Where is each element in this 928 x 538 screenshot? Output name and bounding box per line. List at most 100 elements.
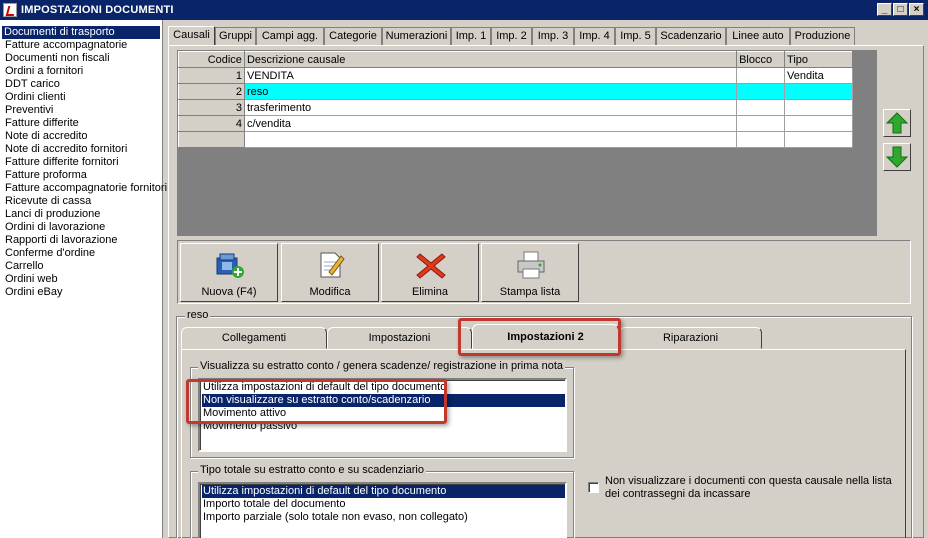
cell-type[interactable]: Vendita — [784, 67, 853, 84]
table-row[interactable]: 1 VENDITA Vendita — [178, 67, 853, 84]
document-type-item[interactable]: DDT carico — [3, 78, 62, 91]
col-header-code[interactable]: Codice — [178, 51, 245, 68]
table-row[interactable] — [178, 131, 853, 148]
tab-imp-4[interactable]: Imp. 4 — [574, 27, 615, 46]
table-row[interactable]: 3 trasferimento — [178, 99, 853, 116]
col-header-type[interactable]: Tipo — [784, 51, 853, 68]
delete-button-label: Elimina — [411, 286, 449, 298]
list-item[interactable]: Importo parziale (solo totale non evaso,… — [202, 511, 565, 524]
cell-code[interactable]: 2 — [178, 83, 245, 100]
col-header-block[interactable]: Blocco — [736, 51, 786, 68]
list-item[interactable]: Non visualizzare su estratto conto/scade… — [202, 394, 565, 407]
tab-gruppi[interactable]: Gruppi — [215, 27, 256, 46]
subtab-riparazioni[interactable]: Riparazioni — [619, 327, 762, 349]
cell-code[interactable]: 4 — [178, 115, 245, 132]
arrow-down-icon — [885, 146, 909, 168]
tab-categorie[interactable]: Categorie — [324, 27, 382, 46]
cell-block[interactable] — [736, 99, 786, 116]
edit-document-icon — [320, 252, 345, 278]
tab-imp-2[interactable]: Imp. 2 — [491, 27, 532, 46]
cell-code[interactable]: 3 — [178, 99, 245, 116]
document-type-item[interactable]: Fatture accompagnatorie — [3, 39, 129, 52]
total-type-group-label: Tipo totale su estratto conto e su scade… — [198, 464, 426, 476]
total-type-listbox[interactable]: Utilizza impostazioni di default del tip… — [198, 482, 567, 538]
visualization-group-label: Visualizza su estratto conto / genera sc… — [198, 360, 565, 372]
delete-button[interactable]: Elimina — [381, 243, 479, 302]
close-button[interactable]: × — [909, 3, 924, 16]
tab-causali[interactable]: Causali — [168, 26, 215, 46]
tab-campi-agg[interactable]: Campi agg. — [256, 27, 324, 46]
table-row[interactable]: 2 reso — [178, 83, 853, 100]
cell-type[interactable] — [784, 83, 853, 100]
printer-icon — [517, 251, 545, 279]
list-item[interactable]: Utilizza impostazioni di default del tip… — [202, 381, 565, 394]
cell-block[interactable] — [736, 131, 786, 148]
document-type-list[interactable]: Documenti di trasporto Fatture accompagna… — [0, 20, 167, 538]
tab-produzione[interactable]: Produzione — [790, 27, 855, 46]
cell-desc[interactable]: reso — [243, 83, 738, 100]
cell-type[interactable] — [784, 115, 853, 132]
list-item[interactable]: Importo totale del documento — [202, 498, 565, 511]
cell-code[interactable] — [178, 131, 245, 148]
document-type-item[interactable]: Carrello — [3, 260, 46, 273]
document-type-item[interactable]: Fatture differite fornitori — [3, 156, 121, 169]
print-list-button-label: Stampa lista — [499, 286, 561, 298]
cell-desc[interactable] — [243, 131, 738, 148]
tab-numerazioni[interactable]: Numerazioni — [382, 27, 451, 46]
new-button[interactable]: Nuova (F4) — [180, 243, 278, 302]
print-list-button[interactable]: Stampa lista — [481, 243, 579, 302]
cell-type[interactable] — [784, 99, 853, 116]
tab-imp-3[interactable]: Imp. 3 — [532, 27, 574, 46]
document-type-item[interactable]: Note di accredito fornitori — [3, 143, 129, 156]
cell-desc[interactable]: VENDITA — [243, 67, 738, 84]
cell-block[interactable] — [736, 115, 786, 132]
document-type-item[interactable]: Fatture differite — [3, 117, 81, 130]
tab-scadenzario[interactable]: Scadenzario — [656, 27, 726, 46]
document-type-item[interactable]: Ordini web — [3, 273, 60, 286]
document-type-item[interactable]: Ordini clienti — [3, 91, 68, 104]
list-item[interactable]: Utilizza impostazioni di default del tip… — [202, 485, 565, 498]
document-type-item[interactable]: Ordini a fornitori — [3, 65, 85, 78]
tab-linee-auto[interactable]: Linee auto — [726, 27, 790, 46]
document-type-item[interactable]: Ricevute di cassa — [3, 195, 93, 208]
subtab-impostazioni[interactable]: Impostazioni — [327, 327, 472, 349]
window-title: IMPOSTAZIONI DOCUMENTI — [21, 4, 174, 16]
arrow-up-icon — [885, 112, 909, 134]
subtab-impostazioni-2[interactable]: Impostazioni 2 — [472, 324, 619, 350]
list-item[interactable]: Movimento attivo — [202, 407, 565, 420]
cell-code[interactable]: 1 — [178, 67, 245, 84]
edit-button[interactable]: Modifica — [281, 243, 379, 302]
visualization-listbox[interactable]: Utilizza impostazioni di default del tip… — [198, 378, 567, 452]
document-type-item[interactable]: Ordini eBay — [3, 286, 64, 299]
document-type-item[interactable]: Fatture accompagnatorie fornitori — [3, 182, 169, 195]
document-type-item[interactable]: Ordini di lavorazione — [3, 221, 107, 234]
move-up-button[interactable] — [883, 109, 911, 137]
document-type-item[interactable]: Conferme d'ordine — [3, 247, 97, 260]
list-item[interactable]: Movimento passivo — [202, 420, 565, 433]
cell-block[interactable] — [736, 67, 786, 84]
title-bar: IMPOSTAZIONI DOCUMENTI _ □ × — [0, 0, 928, 20]
document-type-item[interactable]: Lanci di produzione — [3, 208, 102, 221]
edit-button-label: Modifica — [309, 286, 351, 298]
table-row[interactable]: 4 c/vendita — [178, 115, 853, 132]
move-down-button[interactable] — [883, 143, 911, 171]
document-type-item[interactable]: Note di accredito — [3, 130, 90, 143]
minimize-button[interactable]: _ — [877, 3, 892, 16]
document-type-item[interactable]: Rapporti di lavorazione — [3, 234, 120, 247]
maximize-button[interactable]: □ — [893, 3, 908, 16]
tab-imp-5[interactable]: Imp. 5 — [615, 27, 656, 46]
document-type-item[interactable]: Documenti di trasporto — [2, 26, 160, 39]
new-document-icon — [216, 253, 244, 278]
cell-desc[interactable]: trasferimento — [243, 99, 738, 116]
cell-desc[interactable]: c/vendita — [243, 115, 738, 132]
col-header-desc[interactable]: Descrizione causale — [243, 51, 738, 68]
cell-type[interactable] — [784, 131, 853, 148]
cell-block[interactable] — [736, 83, 786, 100]
detail-caption: reso — [185, 309, 211, 321]
document-type-item[interactable]: Preventivi — [3, 104, 55, 117]
tab-imp-1[interactable]: Imp. 1 — [451, 27, 491, 46]
document-type-item[interactable]: Fatture proforma — [3, 169, 89, 182]
subtab-collegamenti[interactable]: Collegamenti — [181, 327, 327, 349]
document-type-item[interactable]: Documenti non fiscali — [3, 52, 112, 65]
hide-cod-checkbox[interactable] — [588, 482, 599, 493]
